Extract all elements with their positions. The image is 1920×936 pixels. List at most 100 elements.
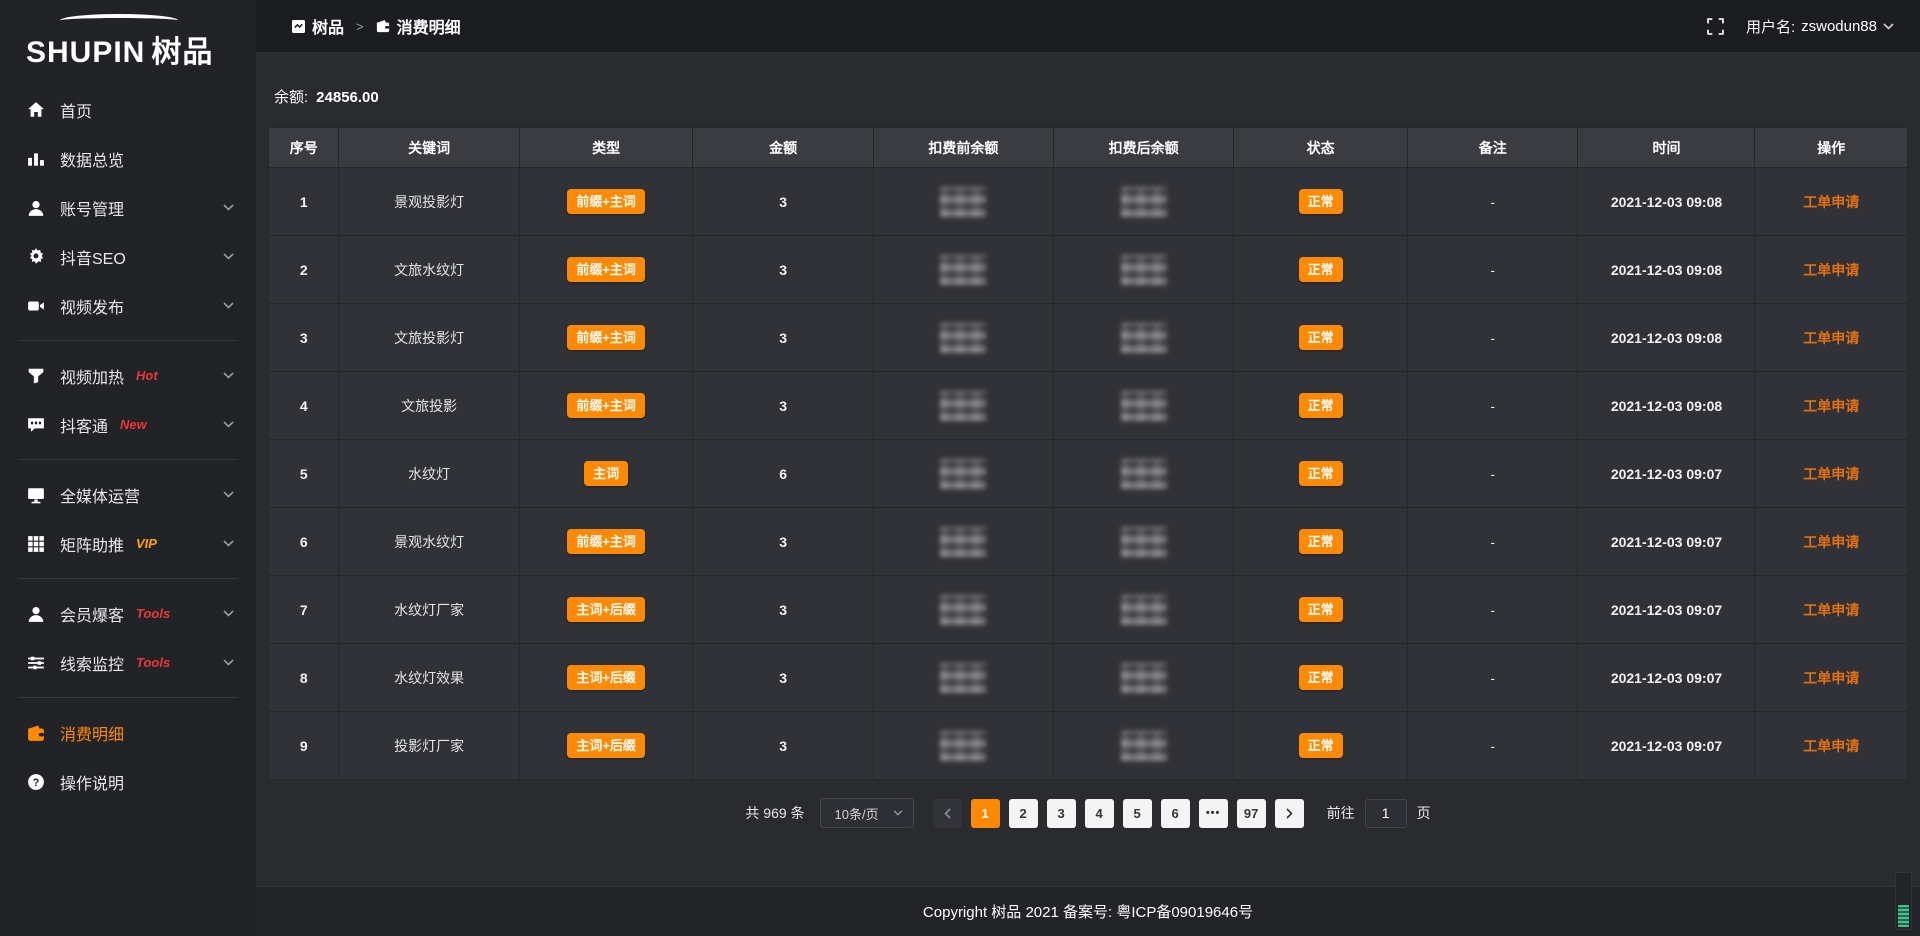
monitor-icon <box>26 485 45 504</box>
cell-balance-before <box>873 712 1053 780</box>
vip-badge: VIP <box>136 536 157 551</box>
work-order-link[interactable]: 工单申请 <box>1803 398 1859 414</box>
page-size-select[interactable]: 10条/页 <box>820 798 914 828</box>
work-order-link[interactable]: 工单申请 <box>1803 738 1859 754</box>
mini-scrollbar-thumb[interactable] <box>1898 905 1909 927</box>
table-row: 3 文旅投影灯 前缀+主词 3 正常 - 2021-12-03 09:08 工单… <box>269 304 1908 372</box>
fullscreen-icon[interactable] <box>1707 18 1724 35</box>
tools-badge: Tools <box>136 606 170 621</box>
type-badge: 主词+后缀 <box>567 733 645 758</box>
sidebar-item-lead-monitor[interactable]: 线索监控 Tools <box>0 638 256 687</box>
chat-icon <box>26 415 45 434</box>
cell-remark: - <box>1408 440 1578 508</box>
page-button-5[interactable]: 5 <box>1123 799 1152 828</box>
cell-type: 前缀+主词 <box>519 304 693 372</box>
menu-divider <box>18 697 238 698</box>
goto-page-input[interactable] <box>1365 799 1407 828</box>
cell-time: 2021-12-03 09:08 <box>1578 168 1755 236</box>
cell-action: 工单申请 <box>1755 440 1908 508</box>
cell-action: 工单申请 <box>1755 712 1908 780</box>
page-button-2[interactable]: 2 <box>1009 799 1038 828</box>
cell-balance-after <box>1054 644 1234 712</box>
cell-type: 主词+后缀 <box>519 576 693 644</box>
col-header-type: 类型 <box>519 128 693 168</box>
sidebar-item-label: 视频发布 <box>60 294 124 318</box>
cell-remark: - <box>1408 644 1578 712</box>
sidebar-item-member-baoke[interactable]: 会员爆客 Tools <box>0 589 256 638</box>
work-order-link[interactable]: 工单申请 <box>1803 466 1859 482</box>
sidebar-item-account[interactable]: 账号管理 <box>0 183 256 232</box>
type-badge: 前缀+主词 <box>567 257 645 282</box>
cell-balance-after <box>1054 712 1234 780</box>
cell-remark: - <box>1408 508 1578 576</box>
cell-balance-before <box>873 440 1053 508</box>
sidebar-item-video-publish[interactable]: 视频发布 <box>0 281 256 330</box>
sidebar-item-instructions[interactable]: ? 操作说明 <box>0 757 256 806</box>
status-badge: 正常 <box>1299 189 1343 214</box>
chevron-down-icon <box>223 421 234 428</box>
table-row: 5 水纹灯 主词 6 正常 - 2021-12-03 09:07 工单申请 <box>269 440 1908 508</box>
work-order-link[interactable]: 工单申请 <box>1803 602 1859 618</box>
page-button-4[interactable]: 4 <box>1085 799 1114 828</box>
chevron-down-icon <box>223 302 234 309</box>
breadcrumb-item-current[interactable]: 消费明细 <box>376 14 461 38</box>
page-button-1[interactable]: 1 <box>971 799 1000 828</box>
sidebar-item-matrix-boost[interactable]: 矩阵助推 VIP <box>0 519 256 568</box>
user-dropdown[interactable]: 用户名: zswodun88 <box>1746 16 1894 37</box>
new-badge: New <box>120 417 147 432</box>
prev-page-button[interactable] <box>933 799 962 828</box>
cell-no: 8 <box>269 644 339 712</box>
sidebar-item-douyin-seo[interactable]: 抖音SEO <box>0 232 256 281</box>
next-page-button[interactable] <box>1275 799 1304 828</box>
wallet-icon <box>26 723 45 742</box>
cell-remark: - <box>1408 712 1578 780</box>
sidebar: SHUPIN树品 首页 数据总览 账号管理 <box>0 0 256 936</box>
mini-scrollbar[interactable] <box>1895 872 1912 930</box>
sidebar-item-all-media[interactable]: 全媒体运营 <box>0 470 256 519</box>
status-badge: 正常 <box>1299 257 1343 282</box>
page-button-6[interactable]: 6 <box>1161 799 1190 828</box>
blurred-balance <box>940 323 986 353</box>
cell-time: 2021-12-03 09:08 <box>1578 304 1755 372</box>
pagination: 共 969 条 10条/页 1 2 3 4 5 6 ••• 97 <box>268 798 1908 828</box>
chevron-down-icon <box>223 610 234 617</box>
sidebar-item-consumption-detail[interactable]: 消费明细 <box>0 708 256 757</box>
sliders-icon <box>26 653 45 672</box>
username-value: zswodun88 <box>1801 18 1877 35</box>
cell-action: 工单申请 <box>1755 304 1908 372</box>
work-order-link[interactable]: 工单申请 <box>1803 534 1859 550</box>
breadcrumb-item-root[interactable]: 树品 <box>292 14 344 38</box>
breadcrumb-label: 树品 <box>312 14 344 38</box>
work-order-link[interactable]: 工单申请 <box>1803 670 1859 686</box>
work-order-link[interactable]: 工单申请 <box>1803 194 1859 210</box>
col-header-keyword: 关键词 <box>339 128 519 168</box>
chevron-down-icon <box>893 810 903 816</box>
work-order-link[interactable]: 工单申请 <box>1803 262 1859 278</box>
page-button-97[interactable]: 97 <box>1237 799 1266 828</box>
cell-amount: 3 <box>693 712 873 780</box>
status-badge: 正常 <box>1299 733 1343 758</box>
chevron-down-icon <box>223 659 234 666</box>
sidebar-item-home[interactable]: 首页 <box>0 85 256 134</box>
work-order-link[interactable]: 工单申请 <box>1803 330 1859 346</box>
cell-balance-before <box>873 168 1053 236</box>
cell-balance-after <box>1054 372 1234 440</box>
logo-arc <box>60 14 178 27</box>
sidebar-item-data-overview[interactable]: 数据总览 <box>0 134 256 183</box>
status-badge: 正常 <box>1299 665 1343 690</box>
more-pages-button[interactable]: ••• <box>1199 799 1228 828</box>
sidebar-item-label: 线索监控 <box>60 651 124 675</box>
breadcrumb-separator: > <box>356 19 364 34</box>
blurred-balance <box>940 391 986 421</box>
sidebar-item-label: 矩阵助推 <box>60 532 124 556</box>
sidebar-item-video-heat[interactable]: 视频加热 Hot <box>0 351 256 400</box>
logo-en: SHUPIN <box>26 36 145 69</box>
col-header-status: 状态 <box>1234 128 1408 168</box>
page-button-3[interactable]: 3 <box>1047 799 1076 828</box>
cell-type: 前缀+主词 <box>519 236 693 304</box>
cell-time: 2021-12-03 09:08 <box>1578 236 1755 304</box>
cell-no: 1 <box>269 168 339 236</box>
sidebar-item-douketong[interactable]: 抖客通 New <box>0 400 256 449</box>
main-area: 树品 > 消费明细 用户名: zswodun88 <box>256 0 1920 936</box>
blurred-balance <box>940 663 986 693</box>
